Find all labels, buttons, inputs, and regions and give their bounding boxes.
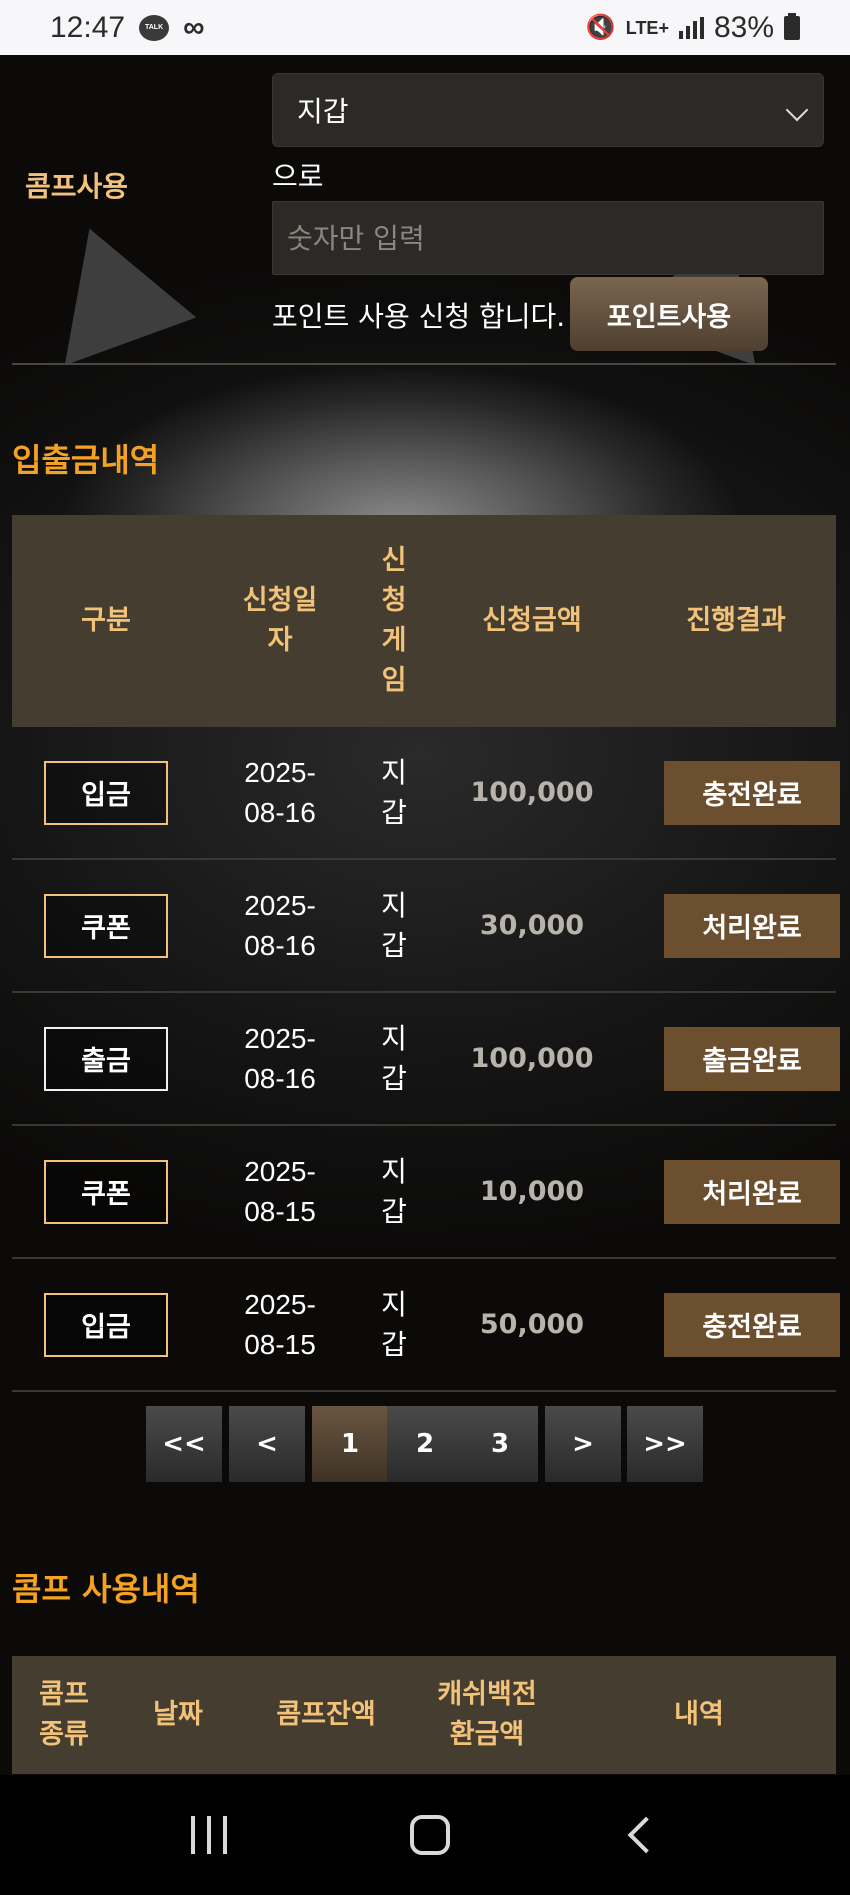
amount-input[interactable] (272, 201, 824, 275)
table-row: 쿠폰 2025- 08-15 지 갑 10,000 처리완료 (12, 1126, 840, 1259)
home-icon[interactable] (409, 1815, 450, 1855)
wallet-select[interactable]: 지갑 (272, 73, 824, 147)
comp-history-title: 콤프 사용내역 (12, 1570, 200, 1608)
point-use-button[interactable]: 포인트사용 (570, 277, 768, 351)
recent-apps-icon[interactable] (191, 1816, 228, 1854)
comp-use-label: 콤프사용 (25, 170, 129, 203)
page-2-button[interactable]: 2 (387, 1406, 463, 1482)
status-button[interactable]: 충전완료 (664, 760, 840, 825)
clock: 12:47 (50, 10, 126, 44)
row-date: 2025- 08-16 (244, 756, 316, 828)
header-amount: 신청금액 (482, 605, 582, 636)
divider (12, 363, 836, 365)
apply-text: 포인트 사용 신청 합니다. (272, 300, 566, 333)
row-date: 2025- 08-16 (244, 889, 316, 961)
row-amount: 100,000 (470, 1043, 594, 1074)
header-game: 신 청 게 임 (381, 545, 407, 696)
status-button[interactable]: 충전완료 (664, 1292, 840, 1357)
page-prev-button[interactable]: < (229, 1406, 305, 1482)
type-badge: 쿠폰 (44, 1159, 168, 1224)
type-badge: 쿠폰 (44, 893, 168, 958)
table-row: 쿠폰 2025- 08-16 지 갑 30,000 처리완료 (12, 860, 840, 993)
signal-icon (678, 16, 704, 39)
header-comp-date: 날짜 (153, 1699, 203, 1730)
infinity-icon: ∞ (183, 10, 205, 44)
row-game: 지 갑 (381, 1287, 407, 1361)
row-game: 지 갑 (381, 1021, 407, 1095)
row-date: 2025- 08-16 (244, 1022, 316, 1094)
type-badge: 입금 (44, 760, 168, 825)
pagination: << < 1 2 3 > >> (0, 1392, 850, 1502)
wallet-select-value: 지갑 (297, 95, 349, 128)
back-icon[interactable] (627, 1816, 665, 1854)
row-game: 지 갑 (381, 1154, 407, 1228)
android-nav-bar (0, 1775, 850, 1895)
type-badge: 출금 (44, 1026, 168, 1091)
history-rows: 입금 2025- 08-16 지 갑 100,000 충전완료 쿠폰 2025-… (0, 727, 850, 1392)
header-comp-kind: 콤프 종류 (39, 1679, 89, 1750)
status-button[interactable]: 처리완료 (664, 1159, 840, 1224)
status-button[interactable]: 출금완료 (664, 1026, 840, 1091)
row-game: 지 갑 (381, 888, 407, 962)
page-last-button[interactable]: >> (627, 1406, 703, 1482)
table-row: 출금 2025- 08-16 지 갑 100,000 출금완료 (12, 993, 840, 1126)
type-badge: 입금 (44, 1292, 168, 1357)
row-amount: 50,000 (479, 1309, 585, 1340)
header-type: 구분 (81, 605, 131, 636)
row-amount: 100,000 (470, 777, 594, 808)
row-game: 지 갑 (381, 755, 407, 829)
battery-icon (784, 12, 800, 40)
header-detail: 내역 (674, 1699, 724, 1730)
table-row: 입금 2025- 08-16 지 갑 100,000 충전완료 (12, 727, 840, 860)
page-first-button[interactable]: << (146, 1406, 222, 1482)
page-1-button[interactable]: 1 (312, 1406, 388, 1482)
comp-use-form: 콤프사용 지갑 으로 포인트 사용 신청 합니다. 포인트사용 (0, 55, 850, 365)
to-label: 으로 (272, 160, 324, 193)
mute-icon: 🔇 (585, 14, 616, 41)
row-amount: 10,000 (479, 1176, 585, 1207)
history-title: 입출금내역 (12, 441, 160, 479)
network-type: LTE+ (625, 17, 669, 38)
kakaotalk-icon: TALK (139, 14, 170, 41)
chevron-down-icon (785, 98, 809, 122)
status-button[interactable]: 처리완료 (664, 893, 840, 958)
header-comp-balance: 콤프잔액 (276, 1699, 376, 1730)
status-bar: 12:47 TALK ∞ 🔇 LTE+ 83% (0, 0, 850, 55)
row-date: 2025- 08-15 (244, 1155, 316, 1227)
row-amount: 30,000 (479, 910, 585, 941)
header-date: 신청일 자 (242, 585, 318, 656)
header-result: 진행결과 (686, 605, 786, 636)
battery-percent: 83% (713, 10, 774, 44)
row-date: 2025- 08-15 (244, 1288, 316, 1360)
header-cashback: 캐쉬백전 환금액 (437, 1679, 537, 1750)
page-3-button[interactable]: 3 (462, 1406, 538, 1482)
page-next-button[interactable]: > (545, 1406, 621, 1482)
history-table-header: 구분 신청일 자 신 청 게 임 신청금액 진행결과 (12, 515, 836, 727)
table-row: 입금 2025- 08-15 지 갑 50,000 충전완료 (12, 1259, 840, 1392)
comp-history-table-header: 콤프 종류 날짜 콤프잔액 캐쉬백전 환금액 내역 (12, 1656, 836, 1774)
